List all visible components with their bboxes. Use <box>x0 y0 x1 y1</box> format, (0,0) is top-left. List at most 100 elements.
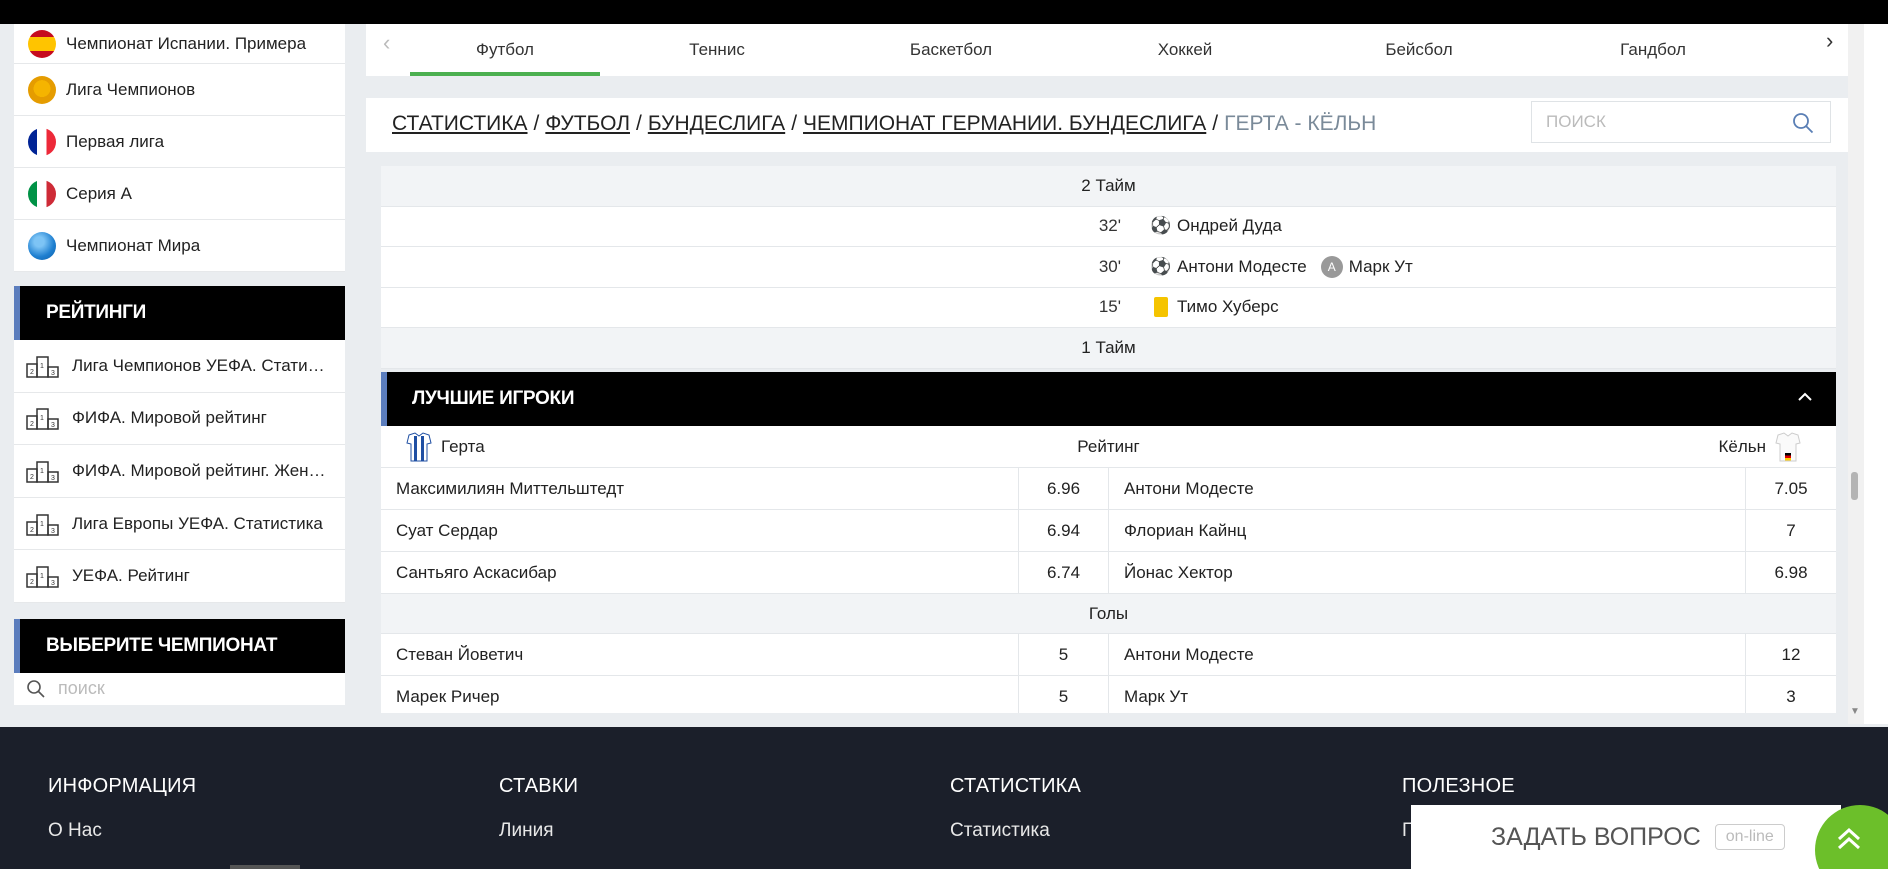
footer-link[interactable]: О Нас <box>48 820 196 842</box>
away-value: 12 <box>1781 644 1801 664</box>
koln-kit-icon <box>1775 431 1801 461</box>
tab-label: Футбол <box>476 40 534 59</box>
tab-label: Гандбол <box>1620 40 1686 59</box>
globe-icon <box>28 231 56 260</box>
tab-tennis[interactable]: Теннис <box>600 24 834 76</box>
league-label: Чемпионат Испании. Примера <box>66 33 307 53</box>
footer-link[interactable]: Линия <box>499 820 578 842</box>
footer-title: СТАВКИ <box>499 775 579 797</box>
league-label: Серия А <box>66 183 132 203</box>
tabs-right-arrow-icon[interactable]: › <box>1826 28 1833 54</box>
ratings-list: 213 Лига Чемпионов УЕФА. Статистика 213 … <box>14 340 345 603</box>
away-player[interactable]: Йонас Хектор <box>1109 552 1746 593</box>
table-row: Марек Ричер 5 Марк Ут 3 <box>381 676 1836 713</box>
table-row: Максимилиян Миттельштедт 6.96 Антони Мод… <box>381 468 1836 510</box>
search-placeholder: поиск <box>58 678 105 699</box>
away-value: 7.05 <box>1774 478 1808 498</box>
footer-title: ПОЛЕЗНОЕ <box>1402 775 1515 797</box>
event-player: Антони Модесте <box>1177 256 1307 276</box>
away-player[interactable]: Марк Ут <box>1109 676 1746 713</box>
table-row: Стеван Йоветич 5 Антони Модесте 12 <box>381 634 1836 676</box>
breadcrumb-bundesliga[interactable]: БУНДЕСЛИГА <box>648 112 785 135</box>
home-player[interactable]: Стеван Йоветич <box>381 634 1019 675</box>
away-value: 6.98 <box>1774 562 1808 582</box>
rating-item[interactable]: 213 Лига Чемпионов УЕФА. Статистика <box>14 340 345 393</box>
chevron-up-icon[interactable] <box>1796 388 1814 406</box>
tab-hockey[interactable]: Хоккей <box>1068 24 1302 76</box>
svg-text:3: 3 <box>51 580 55 587</box>
away-player[interactable]: Антони Модесте <box>1109 634 1746 675</box>
yellow-card-icon <box>1151 297 1171 318</box>
scrollbar[interactable] <box>1848 24 1864 724</box>
home-player[interactable]: Сантьяго Аскасибар <box>381 552 1019 593</box>
rating-item[interactable]: 213 ФИФА. Мировой рейтинг. Женщины <box>14 445 345 498</box>
soccer-ball-icon: ⚽ <box>1150 256 1172 276</box>
left-sidebar: Чемпионат Испании. Примера Лига Чемпионо… <box>14 24 345 705</box>
footer-column: ИНФОРМАЦИЯ О Нас <box>48 775 196 842</box>
away-value: 7 <box>1786 520 1796 540</box>
event-minute: 15' <box>1098 297 1121 317</box>
league-item-spain[interactable]: Чемпионат Испании. Примера <box>14 24 345 64</box>
home-value: 6.94 <box>1019 510 1109 551</box>
away-player[interactable]: Флориан Кайнц <box>1109 510 1746 551</box>
home-player[interactable]: Максимилиян Миттельштедт <box>381 468 1019 509</box>
tab-label: Баскетбол <box>909 40 993 59</box>
podium-icon: 213 <box>26 566 59 588</box>
league-item-italy[interactable]: Серия А <box>14 168 345 220</box>
podium-icon: 213 <box>26 461 59 483</box>
breadcrumb-football[interactable]: ФУТБОЛ <box>545 112 630 135</box>
scroll-down-arrow-icon[interactable]: ▼ <box>1850 706 1860 717</box>
svg-text:3: 3 <box>51 528 55 535</box>
away-team-name: Кёльн <box>1718 436 1766 456</box>
home-value: 6.96 <box>1019 468 1109 509</box>
ask-question-widget[interactable]: ЗАДАТЬ ВОПРОС on-line <box>1411 805 1841 869</box>
breadcrumb-separator: / <box>1212 112 1219 135</box>
best-players-teams-row: Герта Рейтинг Кёльн <box>381 426 1836 468</box>
tab-football[interactable]: Футбол <box>366 24 600 76</box>
best-players-title: ЛУЧШИЕ ИГРОКИ <box>412 388 575 409</box>
league-item-france[interactable]: Первая лига <box>14 116 345 168</box>
event-row: 32' ⚽ Ондрей Дуда <box>381 207 1836 247</box>
search-icon[interactable] <box>1792 112 1814 134</box>
home-value: 5 <box>1019 676 1109 713</box>
table-row: Суат Сердар 6.94 Флориан Кайнц 7 <box>381 510 1836 552</box>
svg-text:2: 2 <box>30 527 34 534</box>
home-value: 6.74 <box>1019 552 1109 593</box>
double-chevron-up-icon <box>1837 827 1861 850</box>
championship-search-input[interactable]: поиск <box>14 672 345 705</box>
breadcrumb-current: ГЕРТА - КЁЛЬН <box>1224 112 1377 135</box>
ratings-header: РЕЙТИНГИ <box>14 286 345 340</box>
browser-top-bar <box>0 0 1888 24</box>
match-events: 2 Тайм 32' ⚽ Ондрей Дуда 30' ⚽ Антони Мо… <box>381 166 1836 369</box>
home-player[interactable]: Суат Сердар <box>381 510 1019 551</box>
home-player[interactable]: Марек Ричер <box>381 676 1019 713</box>
search-icon <box>27 680 45 698</box>
footer-column: СТАТИСТИКА Статистика <box>950 775 1081 842</box>
search-placeholder: ПОИСК <box>1546 112 1606 131</box>
league-list: Чемпионат Испании. Примера Лига Чемпионо… <box>14 24 345 272</box>
scrollbar-thumb[interactable] <box>1851 472 1858 500</box>
event-assist: Марк Ут <box>1348 256 1413 276</box>
rating-item[interactable]: 213 Лига Европы УЕФА. Статистика <box>14 498 345 551</box>
breadcrumb-separator: / <box>533 112 540 135</box>
event-player: Ондрей Дуда <box>1177 216 1282 236</box>
svg-text:1: 1 <box>40 468 44 475</box>
away-player[interactable]: Антони Модесте <box>1109 468 1746 509</box>
breadcrumb-statistics[interactable]: СТАТИСТИКА <box>392 112 528 135</box>
half-label: 1 Тайм <box>381 328 1836 369</box>
tab-basketball[interactable]: Баскетбол <box>834 24 1068 76</box>
rating-item[interactable]: 213 ФИФА. Мировой рейтинг <box>14 393 345 446</box>
league-item-world[interactable]: Чемпионат Мира <box>14 220 345 272</box>
breadcrumb-championship[interactable]: ЧЕМПИОНАТ ГЕРМАНИИ. БУНДЕСЛИГА <box>803 112 1206 135</box>
league-item-champions-league[interactable]: Лига Чемпионов <box>14 64 345 116</box>
best-players-header[interactable]: ЛУЧШИЕ ИГРОКИ <box>381 372 1836 426</box>
rating-item[interactable]: 213 УЕФА. Рейтинг <box>14 550 345 603</box>
tab-baseball[interactable]: Бейсбол <box>1302 24 1536 76</box>
svg-text:3: 3 <box>51 370 55 377</box>
podium-icon: 213 <box>26 356 59 378</box>
search-input[interactable]: ПОИСК <box>1531 101 1831 143</box>
home-value: 5 <box>1019 634 1109 675</box>
svg-text:1: 1 <box>40 521 44 528</box>
footer-link[interactable]: Статистика <box>950 820 1081 842</box>
tab-handball[interactable]: Гандбол <box>1536 24 1770 76</box>
